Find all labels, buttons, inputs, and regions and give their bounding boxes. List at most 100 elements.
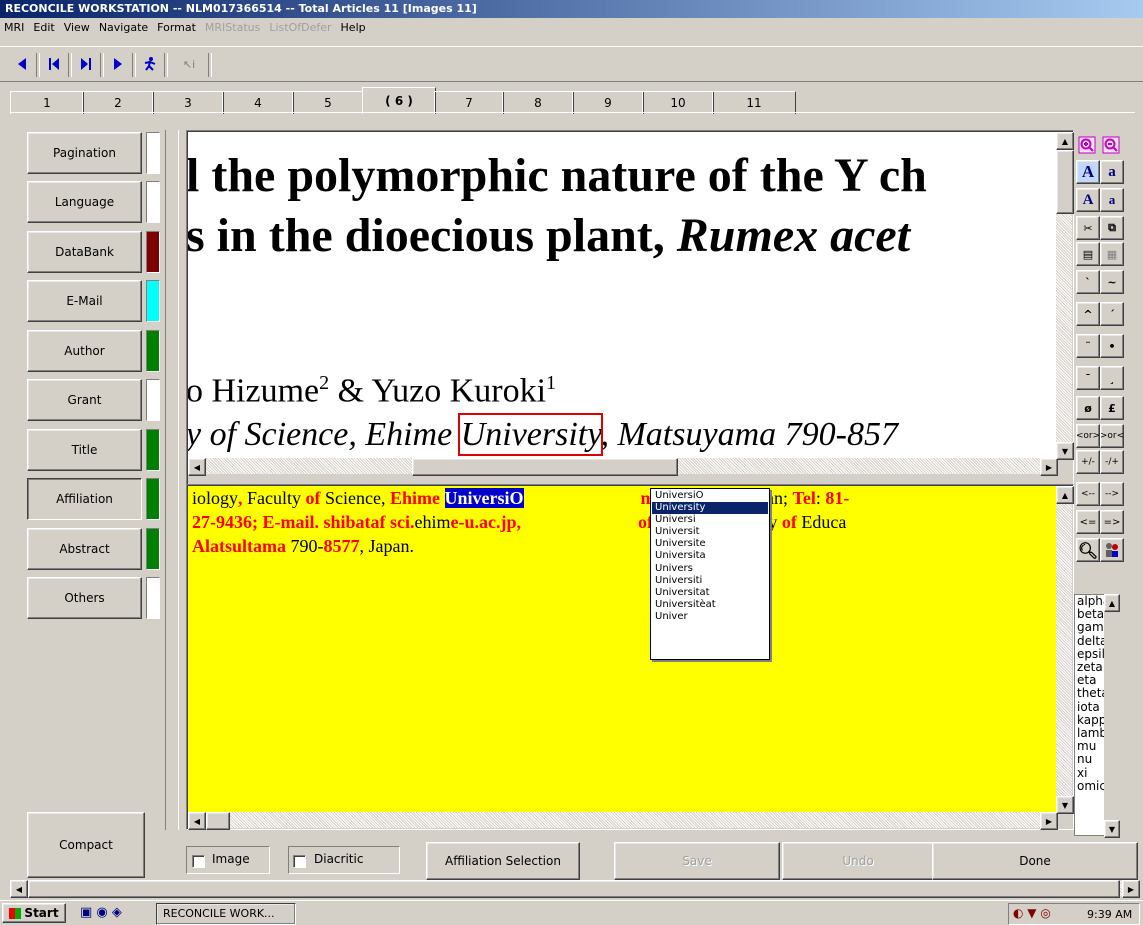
prev-arrow-icon[interactable] (12, 54, 32, 74)
text-scroll-down-icon[interactable]: ▼ (1056, 796, 1074, 814)
compact-button[interactable]: Compact (27, 812, 145, 878)
tab-5[interactable]: 5 (292, 91, 364, 114)
suggestion-item[interactable]: Univers (652, 563, 768, 575)
greek-scroll-up-icon[interactable]: ▲ (1104, 594, 1120, 612)
window-scroll-left-icon[interactable]: ◀ (10, 880, 28, 898)
lowercase-a-icon[interactable]: a (1100, 160, 1124, 184)
suggestion-item[interactable]: Universita (652, 550, 768, 562)
next-arrow-icon[interactable] (108, 54, 128, 74)
text-hscroll-thumb[interactable] (206, 812, 230, 830)
scroll-right-icon[interactable]: ▶ (1040, 458, 1058, 476)
hscroll-thumb[interactable] (412, 458, 678, 476)
taskbar-task-reconcile[interactable]: RECONCILE WORK... (156, 903, 296, 925)
text-vscroll[interactable]: ▲ ▼ (1056, 486, 1074, 814)
text-scroll-right-icon[interactable]: ▶ (1040, 812, 1058, 830)
grant-button[interactable]: Grant (27, 379, 142, 421)
text-hscroll[interactable]: ◀ ▶ (188, 812, 1058, 830)
last-icon[interactable] (76, 54, 96, 74)
quick-launch-icons[interactable]: ▣ ◉ ◈ (80, 905, 150, 923)
menu-edit[interactable]: Edit (29, 18, 59, 34)
key-gt-or-lt[interactable]: >or< (1100, 424, 1124, 448)
greek-scroll[interactable]: ▲ ▼ (1104, 594, 1120, 838)
scroll-left-icon[interactable]: ◀ (188, 458, 206, 476)
runner-icon[interactable] (140, 54, 160, 74)
suggestion-item-selected[interactable]: University (652, 502, 768, 515)
suggestion-item[interactable]: Universite (652, 538, 768, 550)
tab-4[interactable]: 4 (222, 91, 294, 114)
suggestion-item[interactable]: Univer (652, 611, 768, 623)
affiliation-selection-button[interactable]: Affiliation Selection (426, 842, 580, 880)
text-scroll-left-icon[interactable]: ◀ (188, 812, 206, 830)
greek-scroll-down-icon[interactable]: ▼ (1104, 820, 1120, 838)
language-button[interactable]: Language (27, 181, 142, 223)
menu-help[interactable]: Help (337, 18, 371, 34)
tab-8[interactable]: 8 (502, 91, 574, 114)
window-scroll-right-icon[interactable]: ▶ (1122, 880, 1140, 898)
key-left-double[interactable]: <= (1076, 510, 1100, 534)
suggestion-item[interactable]: Universitèat (652, 599, 768, 611)
scroll-thumb[interactable] (1056, 150, 1074, 214)
affiliation-button[interactable]: Affiliation (27, 478, 142, 520)
suggestion-item[interactable]: Universitat (652, 587, 768, 599)
title-button[interactable]: Title (27, 429, 142, 471)
menu-format[interactable]: Format (153, 18, 201, 34)
tab-1[interactable]: 1 (10, 91, 84, 114)
cut-icon[interactable]: ✂ (1076, 216, 1100, 240)
paste-icon[interactable]: ▤ (1076, 242, 1100, 266)
suggestion-item[interactable]: UniversiO (652, 490, 768, 502)
databank-button[interactable]: DataBank (27, 231, 142, 273)
scroll-up-icon[interactable]: ▲ (1056, 132, 1074, 150)
search-icon[interactable]: 🔍︎ (1076, 538, 1100, 562)
key-acute[interactable]: ´ (1100, 302, 1124, 326)
scanned-image[interactable]: l the polymorphic nature of the Y ch s i… (188, 132, 1056, 474)
key-umlaut[interactable]: ¨ (1076, 334, 1100, 358)
tab-7[interactable]: 7 (434, 91, 504, 114)
others-button[interactable]: Others (27, 577, 142, 619)
suggestion-item[interactable]: Universit (652, 526, 768, 538)
first-icon[interactable] (44, 54, 64, 74)
key-dot[interactable]: • (1100, 334, 1124, 358)
menu-mri[interactable]: MRI (0, 18, 29, 34)
key-right-double[interactable]: => (1100, 510, 1124, 534)
table-icon[interactable]: ▦ (1100, 242, 1124, 266)
tab-11[interactable]: 11 (712, 91, 796, 114)
menu-view[interactable]: View (60, 18, 95, 34)
start-button[interactable]: Start (2, 903, 66, 923)
lowercase-a-box-icon[interactable]: a (1100, 188, 1124, 212)
copy-icon[interactable]: ⧉ (1100, 216, 1124, 240)
tab-10[interactable]: 10 (642, 91, 714, 114)
menu-navigate[interactable]: Navigate (95, 18, 153, 34)
key-left-arrow[interactable]: <-- (1076, 482, 1100, 506)
affiliation-text-editor[interactable]: iology, Faculty of Science, Ehime Univer… (188, 486, 1056, 812)
zoom-in-icon[interactable] (1076, 134, 1098, 156)
key-plus-minus[interactable]: +/- (1076, 450, 1100, 474)
suggestion-item[interactable]: Universi (652, 514, 768, 526)
spelling-suggestions[interactable]: UniversiO University Universi Universit … (650, 488, 770, 660)
tab-6[interactable]: ( 6 ) (362, 87, 436, 114)
key-grave[interactable]: ` (1076, 270, 1100, 294)
key-minus-plus[interactable]: -/+ (1100, 450, 1124, 474)
tab-9[interactable]: 9 (572, 91, 644, 114)
image-vscroll[interactable]: ▲ ▼ (1056, 132, 1074, 460)
window-hscroll[interactable]: ◀ ▶ (10, 880, 1140, 898)
email-button[interactable]: E-Mail (27, 280, 142, 322)
key-cedilla[interactable]: ¸ (1100, 366, 1124, 390)
tab-2[interactable]: 2 (82, 91, 154, 114)
people-icon[interactable] (1100, 538, 1124, 562)
key-circumflex[interactable]: ^ (1076, 302, 1100, 326)
scroll-down-icon[interactable]: ▼ (1056, 442, 1074, 460)
author-button[interactable]: Author (27, 330, 142, 372)
key-right-arrow[interactable]: --> (1100, 482, 1124, 506)
key-macron[interactable]: ¯ (1076, 366, 1100, 390)
key-lt-or-gt[interactable]: <or> (1076, 424, 1100, 448)
image-hscroll[interactable]: ◀ ▶ (188, 458, 1058, 476)
key-pound[interactable]: £ (1100, 396, 1124, 420)
key-o-slash[interactable]: ø (1076, 396, 1100, 420)
suggestion-item[interactable]: Universiti (652, 575, 768, 587)
pagination-button[interactable]: Pagination (27, 132, 142, 174)
done-button[interactable]: Done (932, 842, 1138, 880)
abstract-button[interactable]: Abstract (27, 528, 142, 570)
tray-icons[interactable]: ◐ ▼ ◎ (1013, 906, 1051, 920)
zoom-out-icon[interactable] (1100, 134, 1122, 156)
uppercase-a-outline-icon[interactable]: A (1076, 188, 1100, 212)
